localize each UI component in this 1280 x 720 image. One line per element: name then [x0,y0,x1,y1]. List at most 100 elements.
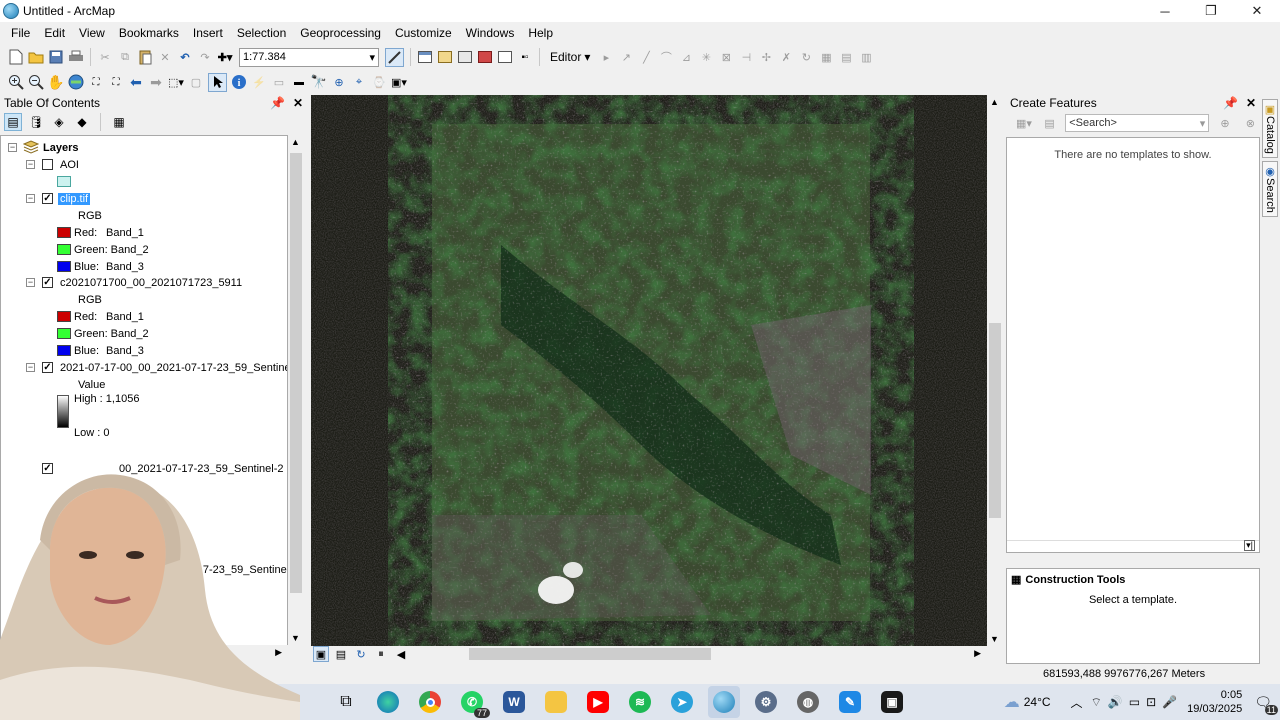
arcmap-taskbar-icon[interactable] [708,686,740,718]
map-scale-dropdown[interactable]: 1:77.384 ▾ [239,47,379,67]
create-viewer-window-icon[interactable]: ▣▾ [391,74,407,90]
device-icon[interactable]: ⊡ [1146,695,1156,709]
task-view-icon[interactable]: ⧉ [330,686,362,718]
paste-icon[interactable] [137,49,153,65]
template-properties-icon[interactable]: ▤ [1042,115,1057,131]
cut-polygons-icon[interactable]: ✢ [758,49,774,65]
arccatalog-taskbar-icon[interactable]: ⚙ [750,686,782,718]
collapse-icon[interactable]: − [26,160,35,169]
search-tab[interactable]: ◉ Search [1262,160,1278,217]
back-extent-icon[interactable]: ⬅ [128,74,144,90]
layer-visibility-checkbox[interactable]: ✓ [42,277,53,288]
zoom-in-icon[interactable] [8,74,24,90]
cut-icon[interactable]: ✂ [97,49,113,65]
scroll-left-icon[interactable]: ◀ [393,646,409,662]
close-icon[interactable]: ✕ [293,96,303,110]
pan-icon[interactable]: ✋ [47,74,64,90]
layers-root[interactable]: − Layers [1,139,281,156]
weather-temperature[interactable]: 24°C [1024,695,1051,709]
telegram-icon[interactable]: ➤ [666,686,698,718]
blue-band-swatch[interactable] [57,345,71,356]
straight-segment-icon[interactable]: ╱ [638,49,654,65]
arctoolbox-icon[interactable] [477,49,493,65]
editor-toolbar-icon[interactable] [385,47,404,67]
search-window-icon[interactable] [457,49,473,65]
terminal-app-icon[interactable]: ▣ [876,686,908,718]
split-icon[interactable]: ✗ [778,49,794,65]
template-search-input[interactable]: <Search> ▾ [1065,114,1210,132]
scroll-up-icon[interactable]: ▲ [291,137,300,147]
spotify-icon[interactable]: ≋ [624,686,656,718]
organize-templates-icon[interactable]: ▦▾ [1016,115,1032,131]
find-icon[interactable]: 🔭 [311,74,327,90]
time-slider-icon[interactable]: ⌚ [371,74,387,90]
layer-clip-tif[interactable]: − ✓ clip.tif [1,190,281,207]
select-features-icon[interactable]: ⬚▾ [168,74,184,90]
chevron-up-icon[interactable]: ︿ [1071,694,1083,711]
full-extent-icon[interactable] [68,74,84,90]
menu-file[interactable]: File [4,26,37,40]
rotate-icon[interactable]: ↻ [798,49,814,65]
catalog-window-icon[interactable] [437,49,453,65]
forward-extent-icon[interactable]: ➡ [148,74,164,90]
clear-selection-icon[interactable]: ▢ [188,74,204,90]
chrome-browser-icon[interactable] [414,686,446,718]
layout-view-icon[interactable]: ▤ [333,646,349,662]
word-icon[interactable]: W [498,686,530,718]
edit-annotation-icon[interactable]: ↗ [618,49,634,65]
horizontal-scrollbar-thumb[interactable] [469,648,711,660]
menu-edit[interactable]: Edit [37,26,72,40]
delete-icon[interactable]: ✕ [157,49,173,65]
pin-icon[interactable]: 📌 [1223,96,1238,110]
scrollbar-thumb[interactable] [989,323,1001,518]
undo-icon[interactable]: ↶ [177,49,193,65]
whatsapp-icon[interactable]: ✆ 77 [456,686,490,718]
list-by-visibility-icon[interactable]: ◈ [50,113,68,131]
collapse-icon[interactable]: − [26,363,35,372]
layer-sentinel-2[interactable]: − ✓ 2021-07-17-00_00_2021-07-17-23_59_Se… [1,359,287,376]
scroll-right-icon[interactable]: ▶ [974,648,981,659]
add-data-icon[interactable]: ✚▾ [217,49,233,65]
map-vertical-scrollbar[interactable]: ▲ ▼ [987,95,1003,646]
aoi-symbol-swatch[interactable] [57,176,71,187]
browser-app-icon[interactable]: ◍ [792,686,824,718]
scroll-up-icon[interactable]: ▲ [990,97,999,107]
find-route-icon[interactable]: ⊕ [331,74,347,90]
battery-icon[interactable]: ▭ [1129,695,1140,709]
fixed-zoom-in-icon[interactable]: ⛶ [88,74,104,90]
edit-vertices-icon[interactable]: ⊠ [718,49,734,65]
wifi-icon[interactable]: ⌔ [1091,695,1102,710]
green-band-swatch[interactable] [57,328,71,339]
refresh-icon[interactable]: ↻ [353,646,369,662]
collapse-icon[interactable]: − [8,143,17,152]
measure-icon[interactable]: ▬ [291,74,307,90]
print-icon[interactable] [68,49,84,65]
menu-selection[interactable]: Selection [230,26,293,40]
list-by-selection-icon[interactable]: ◆ [73,113,91,131]
scroll-down-icon[interactable]: ▼ [990,634,999,644]
collapse-icon[interactable]: − [26,278,35,287]
splitter[interactable]: ▾| [1007,540,1259,552]
list-by-source-icon[interactable]: 🛢 [27,113,45,131]
options-icon[interactable]: ▦ [110,113,128,131]
attributes-icon[interactable]: ▦ [818,49,834,65]
close-button[interactable]: ✕ [1234,0,1280,22]
trace-icon[interactable]: ⊿ [678,49,694,65]
redo-icon[interactable]: ↷ [197,49,213,65]
edit-tool-icon[interactable]: ▸ [598,49,614,65]
modelbuilder-icon[interactable]: ▪▫ [517,49,533,65]
create-features-icon[interactable]: ▥ [858,49,874,65]
notification-icon[interactable]: 🗨 11 [1254,694,1278,715]
search-icon[interactable]: ⊕ [1217,115,1232,131]
identify-icon[interactable]: i [231,74,247,90]
pause-drawing-icon[interactable]: ⏸ [373,646,389,662]
catalog-tab[interactable]: ▣ Catalog [1262,99,1278,158]
collapse-icon[interactable]: ▾| [1244,540,1255,551]
python-window-icon[interactable] [497,49,513,65]
save-icon[interactable] [48,49,64,65]
go-to-xy-icon[interactable]: ⌖ [351,74,367,90]
menu-windows[interactable]: Windows [459,26,522,40]
maximize-button[interactable]: ❐ [1188,0,1234,22]
paint-app-icon[interactable]: ✎ [834,686,866,718]
layer-visibility-checkbox[interactable]: ✓ [42,362,53,373]
